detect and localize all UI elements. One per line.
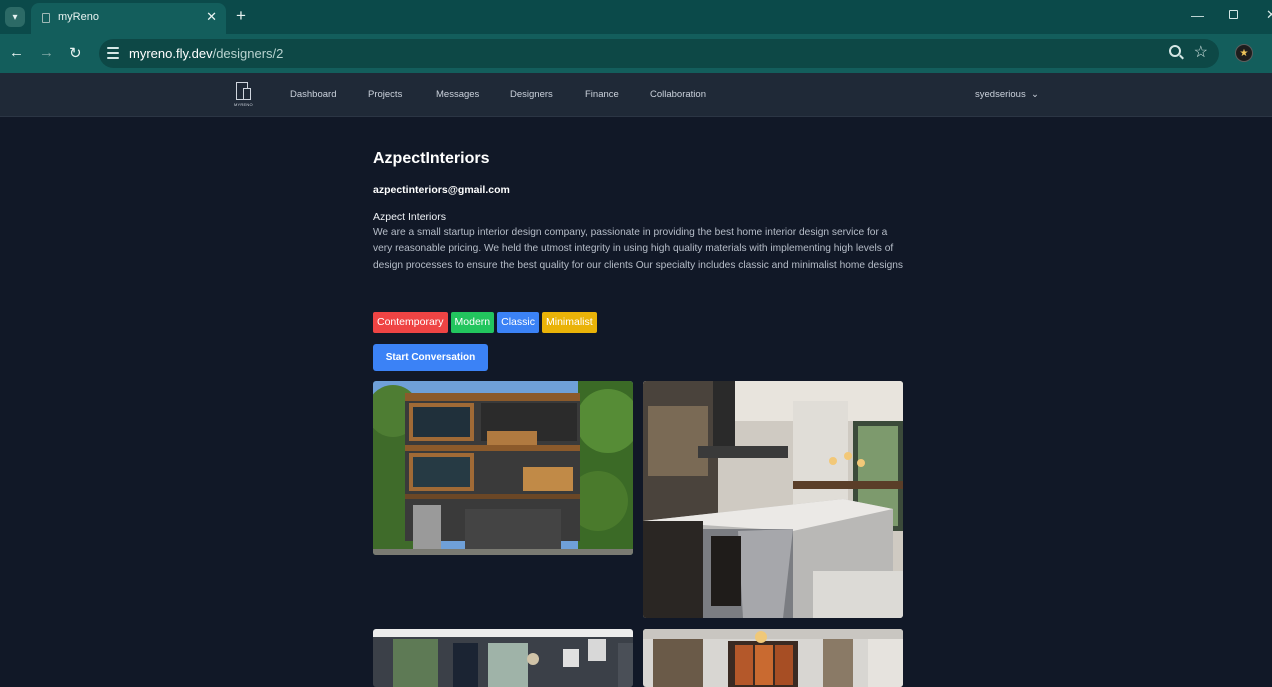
nav-dashboard[interactable]: Dashboard <box>290 89 336 100</box>
new-tab-icon[interactable]: + <box>236 6 246 26</box>
back-icon[interactable]: ← <box>9 44 24 61</box>
portfolio-image-living-room[interactable] <box>373 629 633 687</box>
browser-tab-bar: ▾ myReno ✕ + — ✕ <box>0 0 1272 34</box>
app-navbar: MYRENO Dashboard Projects Messages Desig… <box>0 73 1272 117</box>
zoom-icon[interactable] <box>1169 45 1181 57</box>
minimize-icon[interactable]: — <box>1191 8 1204 23</box>
tag-contemporary: Contemporary <box>373 312 448 333</box>
tag-classic: Classic <box>497 312 539 333</box>
forward-icon[interactable]: → <box>39 44 54 61</box>
designer-name: AzpectInteriors <box>373 150 490 167</box>
company-name: Azpect Interiors <box>373 211 446 223</box>
portfolio-image-kitchen[interactable] <box>643 381 903 618</box>
nav-finance[interactable]: Finance <box>585 89 619 100</box>
chevron-down-icon: ⌄ <box>1028 89 1039 100</box>
nav-messages[interactable]: Messages <box>436 89 479 100</box>
myreno-logo[interactable]: MYRENO <box>234 82 254 108</box>
designer-email: azpectinteriors@gmail.com <box>373 184 510 196</box>
restore-icon[interactable] <box>1229 10 1238 19</box>
designer-profile: AzpectInteriors azpectinteriors@gmail.co… <box>373 150 903 371</box>
browser-tab[interactable]: myReno ✕ <box>31 3 226 34</box>
tab-title: myReno <box>58 11 99 23</box>
browser-toolbar: ← → ↻ myreno.fly.dev/designers/2 ☆ <box>0 34 1272 73</box>
favicon-icon <box>42 13 50 23</box>
portfolio-image-dining-room[interactable] <box>643 629 903 687</box>
nav-projects[interactable]: Projects <box>368 89 402 100</box>
nav-collaboration[interactable]: Collaboration <box>650 89 706 100</box>
start-conversation-button[interactable]: Start Conversation <box>373 344 488 371</box>
tag-modern: Modern <box>450 312 495 333</box>
reload-icon[interactable]: ↻ <box>69 44 82 62</box>
tab-search-icon[interactable]: ▾ <box>5 7 25 27</box>
bookmark-star-icon[interactable]: ☆ <box>1194 42 1208 62</box>
nav-designers[interactable]: Designers <box>510 89 553 100</box>
style-tags: Contemporary Modern Classic Minimalist <box>373 312 597 333</box>
url-text[interactable]: myreno.fly.dev/designers/2 <box>129 46 283 61</box>
window-close-icon[interactable]: ✕ <box>1266 7 1272 23</box>
portfolio-image-house[interactable] <box>373 381 633 555</box>
designer-description: We are a small startup interior design c… <box>373 227 904 271</box>
username: syedserious <box>975 89 1026 100</box>
address-bar[interactable]: myreno.fly.dev/designers/2 ☆ <box>99 39 1219 68</box>
site-info-icon[interactable] <box>107 47 119 59</box>
tab-close-icon[interactable]: ✕ <box>206 9 217 25</box>
tag-minimalist: Minimalist <box>541 312 597 333</box>
profile-avatar[interactable]: ★ <box>1235 44 1253 62</box>
user-menu[interactable]: syedserious ⌄ <box>975 89 1039 100</box>
